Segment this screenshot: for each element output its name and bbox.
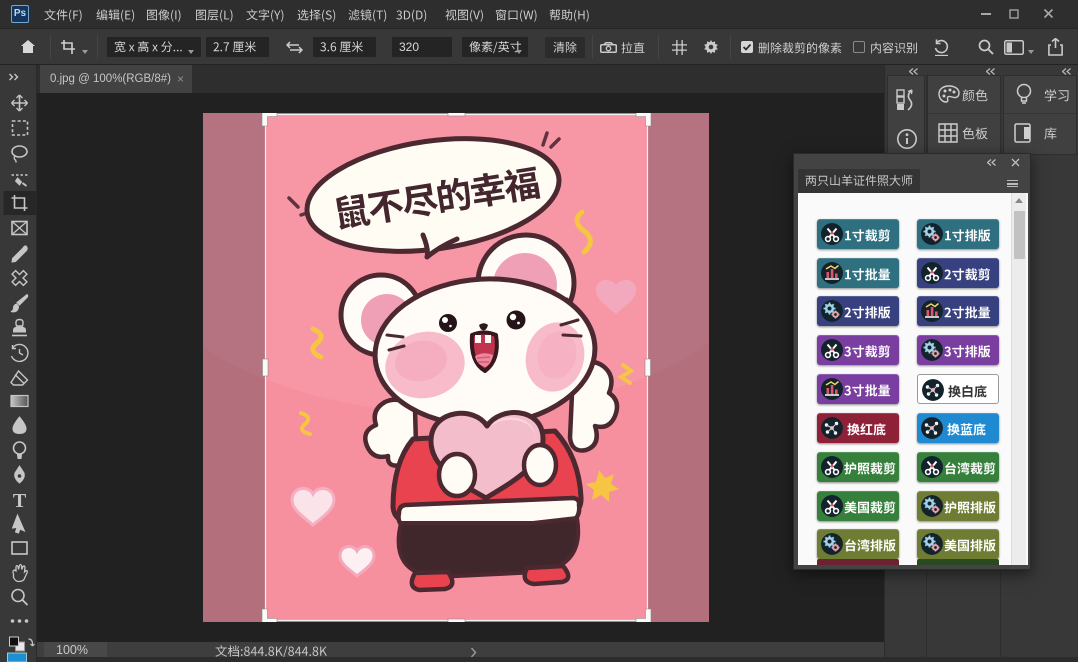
- svg-text:T: T: [13, 490, 27, 512]
